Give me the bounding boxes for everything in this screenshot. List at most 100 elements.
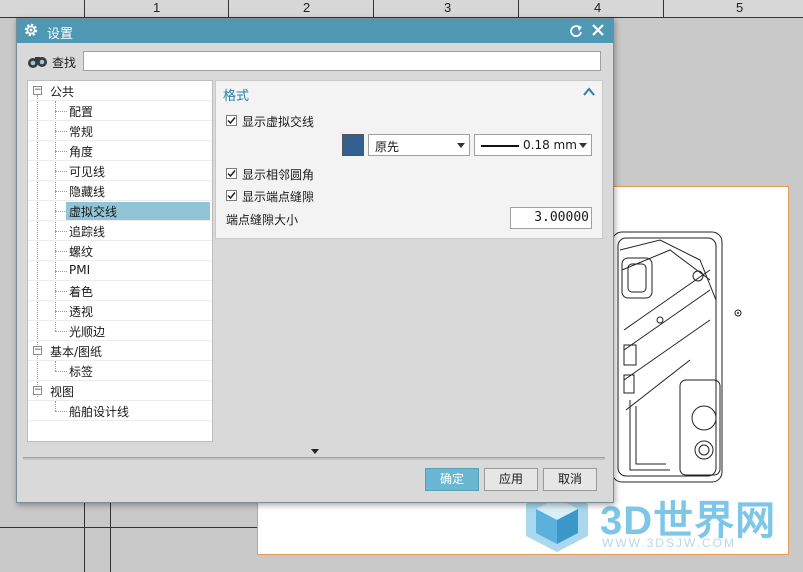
sheet-border-line — [110, 500, 111, 572]
endpoint-gap-size-input[interactable]: 3.00000 — [510, 207, 592, 229]
show-adjacent-fillet-checkbox[interactable] — [226, 168, 237, 179]
collapse-icon[interactable]: − — [33, 86, 42, 95]
collapse-icon[interactable]: − — [33, 346, 42, 355]
ruler-number-2: 2 — [303, 0, 311, 15]
tree-item-config[interactable]: 配置 — [28, 101, 212, 121]
show-virtual-intersection-label: 显示虚拟交线 — [242, 115, 315, 129]
tree-item-label: 隐藏线 — [69, 185, 106, 199]
tree-item-label: 透视 — [69, 305, 94, 319]
tree-item-virtual-intersection[interactable]: 虚拟交线 — [28, 201, 212, 221]
line-width-value: 0.18 mm — [523, 138, 577, 152]
tree-item-label: 配置 — [69, 105, 94, 119]
search-row: 查找 — [27, 51, 603, 73]
tree-branch — [55, 311, 67, 312]
ruler-tick — [84, 0, 85, 17]
expand-more-icon[interactable] — [311, 449, 319, 454]
tree-item-label: PMI — [69, 263, 91, 277]
checkmark-icon — [227, 170, 236, 178]
tree-group-basic-drawing[interactable]: − 基本/图纸 — [28, 341, 212, 361]
sheet-border-line — [84, 500, 85, 572]
apply-button[interactable]: 应用 — [484, 468, 538, 491]
tree-item-label: 标签 — [69, 365, 94, 379]
tree-item-shading[interactable]: 着色 — [28, 281, 212, 301]
ruler-tick — [663, 0, 664, 17]
tree-branch — [55, 271, 67, 272]
tree-item-label: 虚拟交线 — [69, 205, 118, 219]
collapse-icon[interactable]: − — [33, 386, 42, 395]
show-virtual-intersection-checkbox[interactable] — [226, 115, 237, 126]
tree-item-label: 光顺边 — [69, 325, 106, 339]
tree-item-smooth-edges[interactable]: 光顺边 — [28, 321, 212, 341]
tree-group-label: 基本/图纸 — [50, 345, 103, 359]
settings-tree[interactable]: − 公共 配置 常规 角度 可见线 隐藏线 虚拟交线 追踪线 螺纹 PMI 着色… — [27, 80, 213, 442]
button-separator — [23, 457, 605, 460]
tree-item-hidden-lines[interactable]: 隐藏线 — [28, 181, 212, 201]
tree-branch — [55, 131, 67, 132]
line-style-value: 原先 — [375, 140, 400, 154]
ruler-tick — [373, 0, 374, 17]
line-sample — [481, 145, 519, 147]
ok-button[interactable]: 确定 — [425, 468, 479, 491]
dialog-titlebar[interactable]: 设置 — [17, 19, 613, 43]
tree-item-trace-lines[interactable]: 追踪线 — [28, 221, 212, 241]
line-width-select[interactable]: 0.18 mm — [474, 134, 592, 156]
tree-branch — [55, 231, 67, 232]
dialog-title: 设置 — [47, 27, 74, 42]
ruler-number-1: 1 — [153, 0, 161, 15]
tree-branch — [55, 211, 67, 212]
tree-item-pmi[interactable]: PMI — [28, 261, 212, 281]
tree-branch — [55, 251, 67, 252]
panel-title: 格式 — [223, 89, 250, 104]
search-label: 查找 — [52, 56, 77, 70]
tree-group-label: 视图 — [50, 385, 75, 399]
tree-item-angle[interactable]: 角度 — [28, 141, 212, 161]
binoculars-icon — [28, 57, 47, 68]
tree-branch — [55, 371, 67, 372]
sheet-border-line — [0, 527, 257, 528]
tree-item-label: 角度 — [69, 145, 94, 159]
line-style-select[interactable]: 原先 — [368, 134, 470, 156]
tree-branch — [55, 291, 67, 292]
sheet-ruler: 1 2 3 4 5 — [0, 0, 803, 18]
ruler-number-3: 3 — [444, 0, 452, 15]
tree-item-thread[interactable]: 螺纹 — [28, 241, 212, 261]
chevron-down-icon — [579, 143, 587, 148]
tree-item-ship-design-lines[interactable]: 船舶设计线 — [28, 401, 212, 421]
tree-branch — [55, 411, 67, 412]
tree-item-label: 螺纹 — [69, 245, 94, 259]
tree-item-label-settings[interactable]: 标签 — [28, 361, 212, 381]
ruler-number-4: 4 — [594, 0, 602, 15]
tree-group-common[interactable]: − 公共 — [28, 81, 212, 101]
cancel-button[interactable]: 取消 — [543, 468, 597, 491]
close-icon[interactable] — [590, 22, 606, 38]
settings-dialog: 设置 查找 − 公共 配置 常规 角度 可见线 隐藏线 虚拟交线 追踪线 螺纹 … — [16, 18, 614, 503]
tree-item-label: 着色 — [69, 285, 94, 299]
tree-branch — [55, 111, 67, 112]
gear-icon — [24, 23, 38, 37]
tree-item-general[interactable]: 常规 — [28, 121, 212, 141]
ruler-tick — [518, 0, 519, 17]
tree-group-label: 公共 — [50, 85, 75, 99]
ruler-tick — [228, 0, 229, 17]
line-color-swatch[interactable] — [342, 134, 364, 156]
tree-item-visible-lines[interactable]: 可见线 — [28, 161, 212, 181]
part-drawing — [611, 231, 742, 483]
tree-branch — [55, 331, 67, 332]
tree-branch — [55, 151, 67, 152]
tree-group-view[interactable]: − 视图 — [28, 381, 212, 401]
show-endpoint-gap-checkbox[interactable] — [226, 190, 237, 201]
tree-branch — [55, 171, 67, 172]
reset-icon[interactable] — [569, 23, 583, 39]
chevron-up-icon[interactable] — [583, 87, 595, 97]
checkmark-icon — [227, 192, 236, 200]
chevron-down-icon — [457, 143, 465, 148]
show-endpoint-gap-label: 显示端点缝隙 — [242, 190, 315, 204]
ruler-number-5: 5 — [736, 0, 744, 15]
tree-item-perspective[interactable]: 透视 — [28, 301, 212, 321]
checkmark-icon — [227, 117, 236, 125]
show-adjacent-fillet-label: 显示相邻圆角 — [242, 168, 315, 182]
endpoint-gap-size-label: 端点缝隙大小 — [226, 213, 299, 227]
tree-item-label: 常规 — [69, 125, 94, 139]
search-input[interactable] — [83, 51, 601, 71]
tree-item-label: 船舶设计线 — [69, 405, 130, 419]
